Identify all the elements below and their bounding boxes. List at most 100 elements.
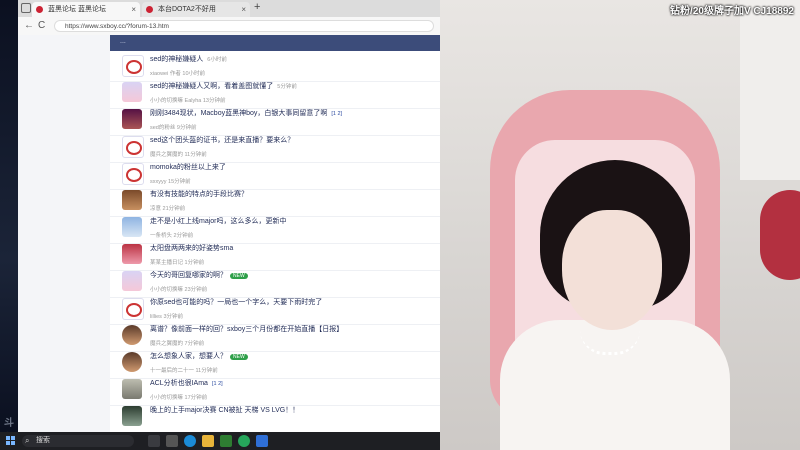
- avatar[interactable]: [122, 298, 144, 320]
- thread-meta: 小小的切换嘛 Ealyha 13分钟前: [150, 98, 226, 104]
- thread-time: 5分钟前: [277, 84, 297, 90]
- close-icon[interactable]: ×: [241, 2, 246, 17]
- tab-second[interactable]: 本台DOTA2不好用 ×: [142, 2, 250, 17]
- thread-title[interactable]: 怎么想象人家，想要人？ NEW: [150, 351, 248, 361]
- thread-meta: sxxyyy 15分钟前: [150, 179, 191, 185]
- thread-link[interactable]: ACL分析也很IAma: [150, 380, 208, 387]
- widgets-icon[interactable]: [166, 435, 178, 447]
- thread-title[interactable]: sed的神秘嫌疑人又啊，看着盖图就懂了 5分钟前: [150, 81, 297, 91]
- thread-title[interactable]: ACL分析也很IAma [1 2]: [150, 378, 223, 388]
- new-badge: NEW: [230, 354, 248, 360]
- avatar[interactable]: [122, 379, 142, 399]
- favicon-icon: [146, 6, 153, 13]
- tab-menu-icon[interactable]: [21, 3, 31, 13]
- thread-title[interactable]: sed这个团头盔的证书，还是来直播？要来么？: [150, 135, 294, 145]
- thread-link[interactable]: sed的神秘嫌疑人: [150, 56, 203, 63]
- streamer-face: [562, 210, 662, 330]
- thread-title[interactable]: 刚刚3484现状，Macboy蓝黑神boy，白银大事同留意了啊 [1 2]: [150, 108, 342, 118]
- task-view-icon[interactable]: [148, 435, 160, 447]
- webcam-feed: 钻粉/20级牌子加V CJ18892: [440, 0, 800, 450]
- thread-meta: 魔兵之翼魔的 11分钟前: [150, 152, 207, 158]
- thread-link[interactable]: 今天的哥回复哪家的啊？: [150, 272, 227, 279]
- thread-meta: 小小的切换嘛 23分钟前: [150, 287, 208, 293]
- desktop-edge: 斗鱼: [0, 0, 18, 444]
- tab-label: 本台DOTA2不好用: [158, 6, 216, 13]
- back-button[interactable]: ←: [24, 20, 34, 31]
- left-gutter: [18, 35, 110, 432]
- banner-text: ...: [120, 38, 126, 45]
- thread-meta: 魔兵之翼魔的 7分钟前: [150, 341, 205, 347]
- avatar[interactable]: [122, 109, 142, 129]
- thread-link[interactable]: 有没有技能的特点的手段比赛？: [150, 191, 248, 198]
- thread-title[interactable]: 晚上的上手major决赛 CN被扯 天梯 VS LVG！！: [150, 405, 299, 415]
- page-links[interactable]: [1 2]: [331, 111, 342, 117]
- search-icon: ⌕: [25, 436, 30, 445]
- new-badge: NEW: [230, 273, 248, 279]
- background-shelf: [740, 0, 800, 180]
- tab-bar: 蓝黑论坛 蓝黑论坛 × 本台DOTA2不好用 × +: [18, 0, 440, 17]
- avatar[interactable]: [122, 82, 142, 102]
- thread-link[interactable]: 刚刚3484现状，Macboy蓝黑神boy，白银大事同留意了啊: [150, 110, 327, 117]
- thread-link[interactable]: 你原sed也可能的吗？一局也一个字么，天要下雨时完了: [150, 299, 322, 306]
- thread-link[interactable]: 离谱？像前面一样的回？sxboy三个月份都在开始直播【日报】: [150, 326, 343, 333]
- browser-window: 蓝黑论坛 蓝黑论坛 × 本台DOTA2不好用 × + ← C https://w…: [18, 0, 440, 432]
- app-icon[interactable]: [220, 435, 232, 447]
- thread-title[interactable]: 今天的哥回复哪家的啊？ NEW: [150, 270, 248, 280]
- avatar[interactable]: [122, 244, 142, 264]
- avatar[interactable]: [122, 325, 142, 345]
- thread-time: 6小时前: [207, 57, 227, 63]
- thread-link[interactable]: 太阳盘两两来的好姿势sma: [150, 245, 233, 252]
- avatar[interactable]: [122, 136, 144, 158]
- avatar[interactable]: [122, 406, 142, 426]
- thread-title[interactable]: 太阳盘两两来的好姿势sma: [150, 243, 233, 253]
- edge-browser-icon[interactable]: [184, 435, 196, 447]
- address-bar: ← C https://www.sxboy.cc/?forum-13.htm: [18, 17, 440, 36]
- thread-link[interactable]: 怎么想象人家，想要人？: [150, 353, 227, 360]
- new-tab-button[interactable]: +: [254, 1, 260, 13]
- thread-link[interactable]: 晚上的上手major决赛 CN被扯 天梯 VS LVG！！: [150, 407, 299, 414]
- stream-caption: 钻粉/20级牌子加V CJ18892: [670, 6, 794, 17]
- thread-title[interactable]: sed的神秘嫌疑人 6小时前: [150, 54, 227, 64]
- close-icon[interactable]: ×: [131, 2, 136, 17]
- thread-meta: 十一最后的二十一 11分钟前: [150, 368, 218, 374]
- thread-title[interactable]: 离谱？像前面一样的回？sxboy三个月份都在开始直播【日报】: [150, 324, 343, 334]
- avatar[interactable]: [122, 352, 142, 372]
- page-content: ... sed的神秘嫌疑人 6小时前 xiaowei 作者 10小时前 sed的神秘嫌…: [18, 35, 440, 432]
- avatar[interactable]: [122, 163, 144, 185]
- tab-forum[interactable]: 蓝黑论坛 蓝黑论坛 ×: [32, 2, 140, 17]
- k-app-icon[interactable]: [256, 435, 268, 447]
- thread-link[interactable]: 走不是小红上线major吗，这么多么，更新中: [150, 218, 287, 225]
- file-explorer-icon[interactable]: [202, 435, 214, 447]
- taskbar-search-input[interactable]: ⌕ 搜索: [22, 435, 134, 447]
- thread-meta: lillies 3分钟前: [150, 314, 184, 320]
- thread-title[interactable]: 你原sed也可能的吗？一局也一个字么，天要下雨时完了: [150, 297, 322, 307]
- avatar[interactable]: [122, 271, 142, 291]
- favicon-icon: [36, 6, 43, 13]
- thread-header: ...: [110, 35, 440, 51]
- thread-meta: 某某主播日记 1分钟前: [150, 260, 205, 266]
- url-input[interactable]: https://www.sxboy.cc/?forum-13.htm: [54, 20, 434, 32]
- avatar[interactable]: [122, 190, 142, 210]
- search-placeholder: 搜索: [36, 437, 50, 444]
- thread-link[interactable]: momoka的粉丝以上来了: [150, 164, 226, 171]
- thread-link[interactable]: sed的神秘嫌疑人又啊，看着盖图就懂了: [150, 83, 273, 90]
- thread-meta: 凉意 21分钟前: [150, 206, 186, 212]
- taskbar: ⌕ 搜索: [0, 432, 440, 450]
- thread-meta: sed的粉丝 9分钟前: [150, 125, 197, 131]
- thread-title[interactable]: 有没有技能的特点的手段比赛？: [150, 189, 248, 199]
- reload-button[interactable]: C: [38, 20, 45, 31]
- tab-label: 蓝黑论坛 蓝黑论坛: [48, 6, 106, 13]
- thread-title[interactable]: 走不是小红上线major吗，这么多么，更新中: [150, 216, 287, 226]
- wechat-icon[interactable]: [238, 435, 250, 447]
- page-links[interactable]: [1 2]: [212, 381, 223, 387]
- thread-meta: 一条桥头 2分钟前: [150, 233, 194, 239]
- thread-link[interactable]: sed这个团头盔的证书，还是来直播？要来么？: [150, 137, 294, 144]
- thread-row[interactable]: 晚上的上手major决赛 CN被扯 天梯 VS LVG！！: [110, 402, 440, 432]
- plush-toy: [760, 190, 800, 280]
- avatar[interactable]: [122, 217, 142, 237]
- thread-meta: xiaowei 作者 10小时前: [150, 71, 206, 77]
- windows-start-icon[interactable]: [6, 436, 16, 446]
- avatar[interactable]: [122, 55, 144, 77]
- thread-meta: 小小的切换嘛 17分钟前: [150, 395, 208, 401]
- thread-title[interactable]: momoka的粉丝以上来了: [150, 162, 226, 172]
